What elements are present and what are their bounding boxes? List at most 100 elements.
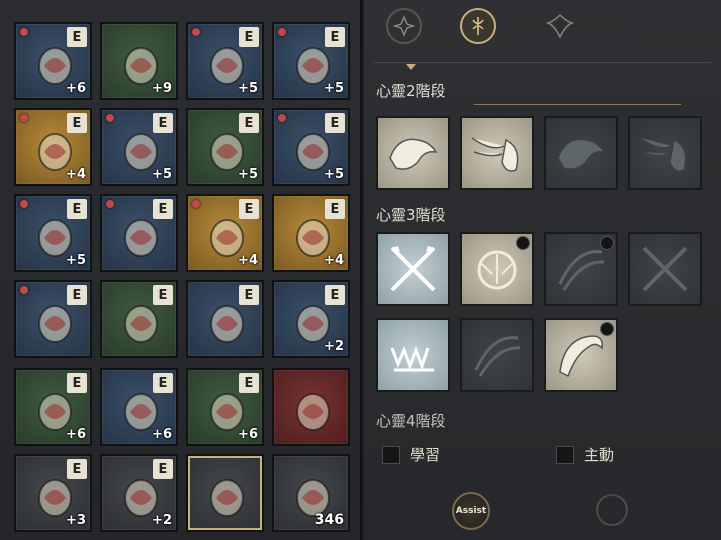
equipped-badge: E	[153, 199, 173, 219]
equipped-badge: E	[153, 285, 173, 305]
equipped-badge: E	[67, 285, 87, 305]
spirit-tab-icon[interactable]	[386, 8, 422, 44]
inventory-slot[interactable]: E +5	[186, 22, 264, 100]
enhance-level: +6	[152, 427, 172, 442]
equipped-badge: E	[67, 459, 87, 479]
tab-indicator	[406, 64, 416, 70]
inventory-slot[interactable]: E +5	[186, 108, 264, 186]
lock-indicator	[600, 322, 614, 336]
skill-dragon-roar[interactable]	[376, 116, 450, 190]
equipped-badge: E	[153, 113, 173, 133]
inventory-slot[interactable]: E	[100, 280, 178, 358]
equipped-badge: E	[67, 373, 87, 393]
equipped-badge: E	[67, 199, 87, 219]
gem-socket-icon	[20, 286, 28, 294]
equipped-badge: E	[325, 113, 345, 133]
enhance-level: +9	[152, 81, 172, 96]
gem-socket-icon	[20, 200, 28, 208]
skill-locked-4[interactable]	[628, 232, 702, 306]
enhance-level: +5	[66, 253, 86, 268]
inventory-slot[interactable]: E +6	[186, 368, 264, 446]
inventory-slot[interactable]: E +4	[272, 194, 350, 272]
skill-dragon-breath[interactable]	[460, 116, 534, 190]
inventory-slot[interactable]: E	[14, 280, 92, 358]
compass-icon	[202, 472, 252, 522]
inventory-slot[interactable]: E	[186, 280, 264, 358]
skill-crossed-swords[interactable]	[376, 232, 450, 306]
equipped-badge: E	[239, 285, 259, 305]
skill-fang-bite[interactable]	[376, 318, 450, 392]
inventory-slot[interactable]: E +6	[14, 22, 92, 100]
equipped-badge: E	[239, 27, 259, 47]
inventory-slot[interactable]: E +4	[14, 108, 92, 186]
enhance-level: +5	[324, 81, 344, 96]
inventory-slot[interactable]: 346	[272, 454, 350, 532]
inventory-slot[interactable]: +9	[100, 22, 178, 100]
enhance-level: +6	[238, 427, 258, 442]
learn-label: 學習	[410, 446, 441, 464]
enhance-level: +5	[238, 81, 258, 96]
enhance-level: +5	[324, 167, 344, 182]
enhance-level: +6	[66, 427, 86, 442]
skill-locked-2[interactable]	[628, 116, 702, 190]
inventory-slot[interactable]: E +5	[100, 108, 178, 186]
section-title-stage2: 心靈2階段	[376, 82, 446, 100]
crest-tab-icon[interactable]	[460, 8, 496, 44]
gem-socket-icon	[20, 114, 28, 122]
ring-red-icon	[30, 298, 80, 348]
inventory-slot[interactable]: E +6	[100, 368, 178, 446]
enhance-level: +5	[238, 167, 258, 182]
gauntlet-icon	[116, 212, 166, 262]
inventory-slot[interactable]: E +2	[100, 454, 178, 532]
assist-button[interactable]: Assist	[452, 492, 490, 530]
inventory-slot[interactable]: E +5	[272, 22, 350, 100]
section-divider	[474, 104, 681, 105]
learn-checkbox-row[interactable]: 學習	[382, 444, 440, 465]
skill-locked-5[interactable]	[460, 318, 534, 392]
inventory-slot[interactable]: E +5	[272, 108, 350, 186]
timer-icon[interactable]	[596, 494, 628, 526]
gem-socket-icon	[106, 200, 114, 208]
enhance-level: +3	[66, 513, 86, 528]
active-checkbox-row[interactable]: 主動	[556, 444, 614, 465]
inventory-slot[interactable]	[186, 454, 264, 532]
gem-socket-icon	[278, 114, 286, 122]
equipped-badge: E	[239, 373, 259, 393]
inventory-panel: E +6 +9 E +5 E +5 E +4 E +5 E +5 E +5 E +5 E E +4 E +4 E E E E +2 E…	[0, 0, 362, 540]
enhance-level: +5	[152, 167, 172, 182]
inventory-slot[interactable]: E	[100, 194, 178, 272]
ornament-tab-icon[interactable]	[542, 8, 578, 44]
enhance-level: +2	[324, 339, 344, 354]
inventory-slot[interactable]	[272, 368, 350, 446]
equipped-badge: E	[153, 373, 173, 393]
skill-tail-swipe[interactable]	[544, 318, 618, 392]
skill-locked-3[interactable]	[544, 232, 618, 306]
skill-locked-1[interactable]	[544, 116, 618, 190]
inventory-slot[interactable]: E +3	[14, 454, 92, 532]
inventory-slot[interactable]: E +6	[14, 368, 92, 446]
inventory-slot[interactable]: E +2	[272, 280, 350, 358]
ring-gold-icon	[116, 298, 166, 348]
gem-socket-icon	[20, 28, 28, 36]
section-title-stage3: 心靈3階段	[376, 206, 446, 224]
bracelet-icon	[202, 298, 252, 348]
scroll-icon	[288, 386, 338, 436]
enhance-level: +4	[324, 253, 344, 268]
skill-vortex[interactable]	[460, 232, 534, 306]
gem-socket-icon	[106, 114, 114, 122]
equipped-badge: E	[239, 199, 259, 219]
inventory-slot[interactable]: E +4	[186, 194, 264, 272]
equipped-badge: E	[67, 113, 87, 133]
equipped-badge: E	[325, 27, 345, 47]
equipped-badge: E	[153, 459, 173, 479]
equipped-badge: E	[325, 199, 345, 219]
equipped-badge: E	[325, 285, 345, 305]
enhance-level: +6	[66, 81, 86, 96]
top-divider	[374, 62, 711, 63]
active-checkbox[interactable]	[556, 445, 574, 464]
gem-socket-icon	[192, 28, 200, 36]
learn-checkbox[interactable]	[382, 445, 400, 464]
inventory-slot[interactable]: E +5	[14, 194, 92, 272]
equipped-badge: E	[67, 27, 87, 47]
gem-socket-icon	[192, 200, 200, 208]
